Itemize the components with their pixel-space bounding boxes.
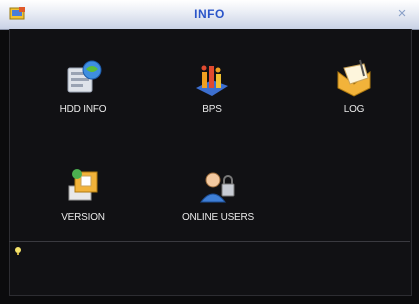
hdd-icon [67,60,102,93]
info-window: INFO × HDD INFO BPS LOG VERSION ONLINE U… [0,0,419,304]
lightbulb-icon [15,247,21,255]
bar-chart-icon [196,65,228,96]
online-users-icon [199,172,235,203]
menu-item-label: HDD INFO [59,104,107,115]
version-box-icon [68,169,98,201]
menu-item-label: LOG [343,104,365,115]
menu-item-label: BPS [202,104,222,115]
log-folder-icon [337,59,371,97]
close-button[interactable]: × [393,5,411,23]
divider [9,241,410,242]
window-title: INFO [194,7,225,21]
menu-item-label: ONLINE USERS [181,212,255,223]
menu-item-log[interactable]: LOG [304,58,404,134]
menu-item-version[interactable]: VERSION [33,166,133,242]
menu-item-label: VERSION [61,212,105,223]
title-bar: INFO × [0,0,419,30]
menu-item-online-users[interactable]: ONLINE USERS [168,166,268,242]
close-icon: × [397,5,407,22]
menu-item-bps[interactable]: BPS [162,58,262,134]
menu-item-hdd-info[interactable]: HDD INFO [33,58,133,134]
